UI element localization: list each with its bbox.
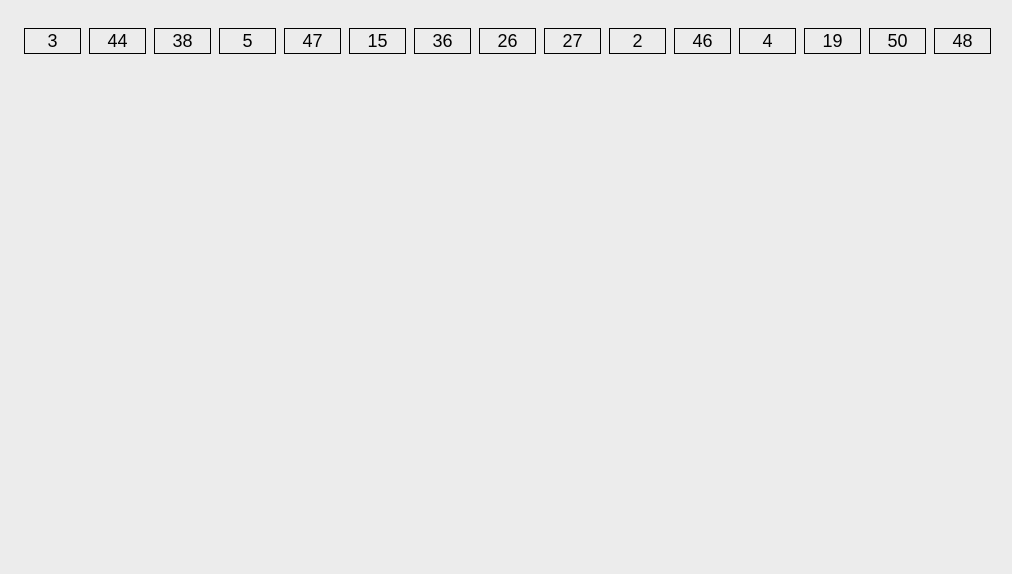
cell: 3 (24, 28, 81, 54)
cell: 4 (739, 28, 796, 54)
cell: 15 (349, 28, 406, 54)
cell: 19 (804, 28, 861, 54)
cell: 50 (869, 28, 926, 54)
cell: 26 (479, 28, 536, 54)
cell: 2 (609, 28, 666, 54)
cell: 46 (674, 28, 731, 54)
cell: 44 (89, 28, 146, 54)
cell: 47 (284, 28, 341, 54)
cell: 36 (414, 28, 471, 54)
number-row: 3 44 38 5 47 15 36 26 27 2 46 4 19 50 48 (0, 0, 1012, 54)
cell: 27 (544, 28, 601, 54)
cell: 5 (219, 28, 276, 54)
cell: 48 (934, 28, 991, 54)
cell: 38 (154, 28, 211, 54)
